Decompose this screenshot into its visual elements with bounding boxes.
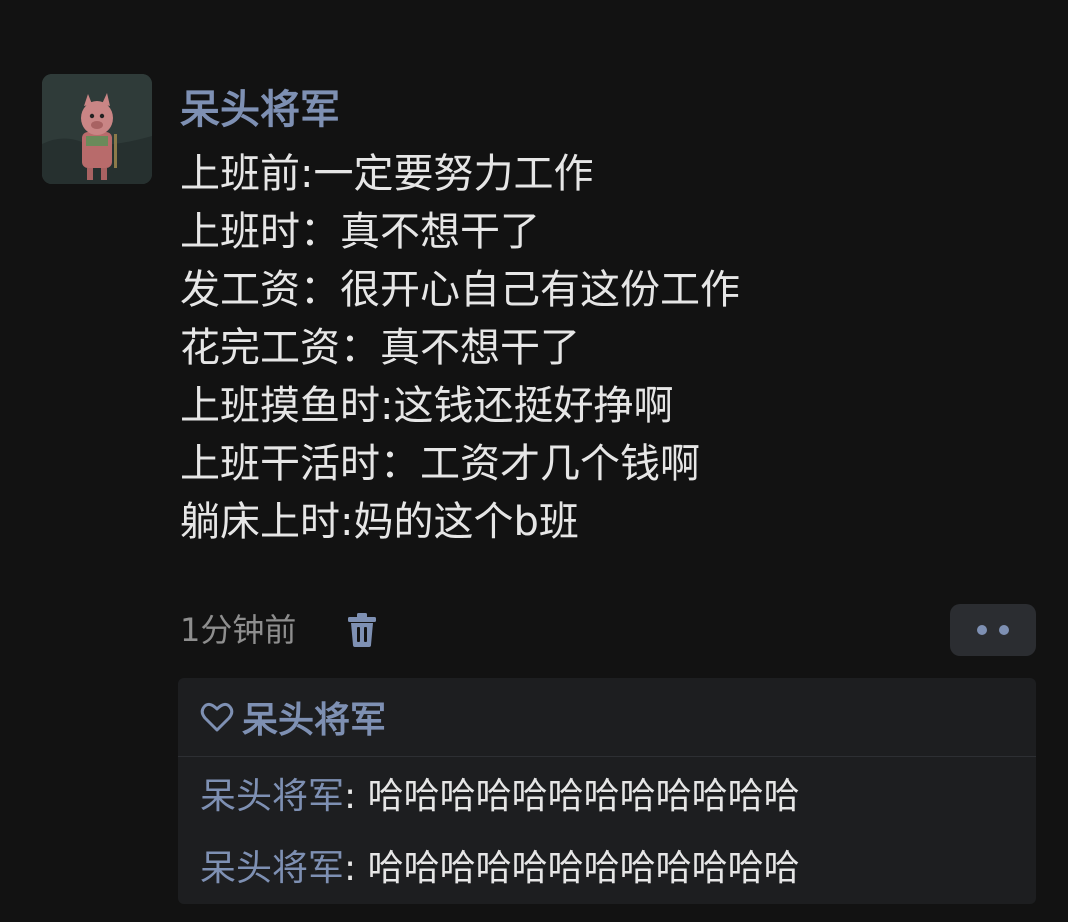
post-line: 上班干活时：工资才几个钱啊 <box>180 441 700 487</box>
divider <box>178 756 1036 757</box>
more-dots-icon <box>999 625 1009 635</box>
more-button[interactable] <box>950 604 1036 656</box>
comment-item[interactable]: 呆头将军: 哈哈哈哈哈哈哈哈哈哈哈哈 <box>200 844 800 894</box>
avatar-image <box>42 74 152 184</box>
post-timestamp: 1分钟前 <box>180 611 297 649</box>
comment-author[interactable]: 呆头将军 <box>200 776 344 817</box>
post-author-name[interactable]: 呆头将军 <box>180 82 340 138</box>
post-line: 上班摸鱼时:这钱还挺好挣啊 <box>180 383 674 429</box>
comment-text: 哈哈哈哈哈哈哈哈哈哈哈哈 <box>367 776 800 817</box>
delete-button[interactable] <box>342 609 382 651</box>
comment-author[interactable]: 呆头将军 <box>200 848 344 889</box>
comment-text: 哈哈哈哈哈哈哈哈哈哈哈哈 <box>367 848 800 889</box>
avatar[interactable] <box>42 74 152 184</box>
likes-row: 呆头将军 <box>178 678 1036 756</box>
heart-outline-icon <box>200 702 234 732</box>
trash-icon <box>348 613 376 647</box>
like-user-name[interactable]: 呆头将军 <box>242 691 386 743</box>
comment-separator: : <box>344 848 368 889</box>
post-line: 发工资：很开心自己有这份工作 <box>180 267 740 313</box>
post-line: 上班时：真不想干了 <box>180 209 540 255</box>
more-dots-icon <box>977 625 987 635</box>
post-line: 躺床上时:妈的这个b班 <box>180 499 579 545</box>
comment-item[interactable]: 呆头将军: 哈哈哈哈哈哈哈哈哈哈哈哈 <box>200 772 800 822</box>
comment-separator: : <box>344 776 368 817</box>
post-content: 上班前:一定要努力工作 上班时：真不想干了 发工资：很开心自己有这份工作 花完工… <box>180 145 740 551</box>
post-line: 上班前:一定要努力工作 <box>180 151 594 197</box>
interaction-panel: 呆头将军 呆头将军: 哈哈哈哈哈哈哈哈哈哈哈哈 呆头将军: 哈哈哈哈哈哈哈哈哈哈… <box>178 678 1036 904</box>
post-line: 花完工资：真不想干了 <box>180 325 580 371</box>
